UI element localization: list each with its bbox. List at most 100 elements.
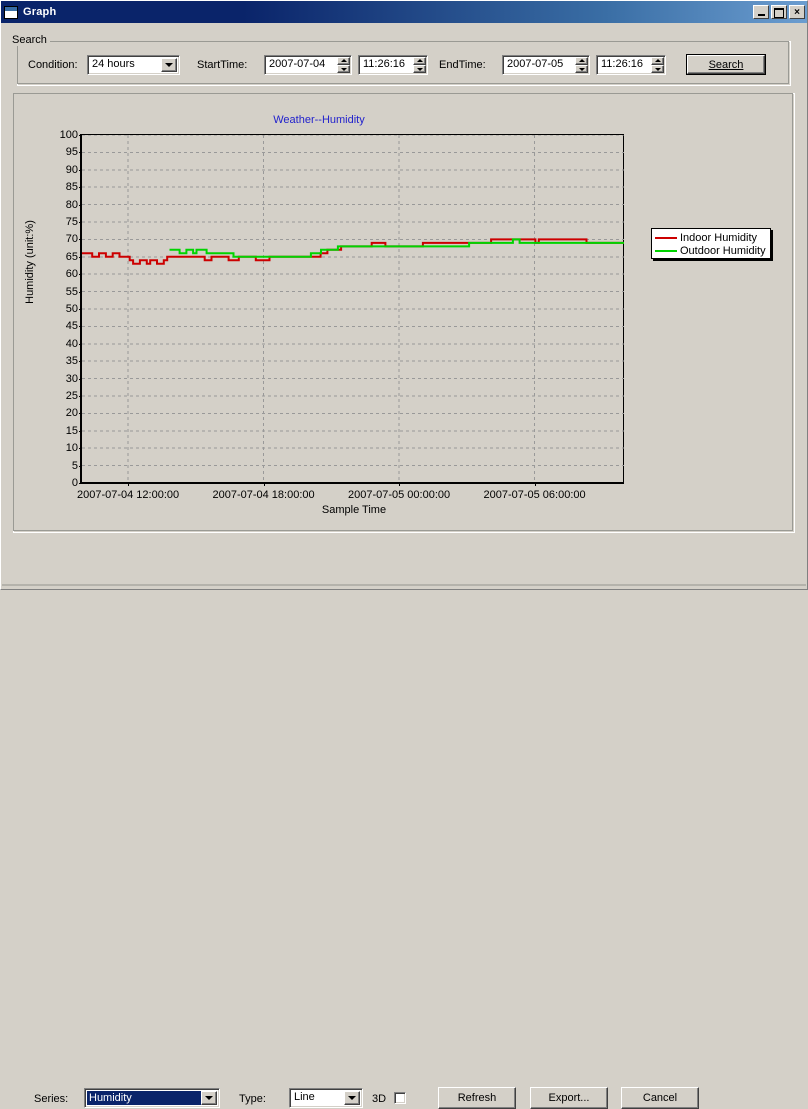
graph-window: Graph × Search Condition: 24 hours Start…	[0, 0, 808, 1109]
chart-x-axis-label: Sample Time	[321, 504, 387, 516]
chart-y-tick-mark	[79, 343, 82, 345]
chart-y-tick-label: 85	[65, 181, 78, 194]
chart-y-tick-label: 30	[65, 372, 78, 385]
chart-y-tick-label: 15	[65, 424, 78, 437]
series-dropdown-arrow[interactable]	[201, 1091, 217, 1105]
condition-dropdown-arrow[interactable]	[161, 58, 177, 72]
search-group-label: Search	[9, 34, 50, 46]
refresh-button[interactable]: Refresh	[438, 1087, 516, 1109]
starttime-date-value: 2007-07-04	[269, 58, 326, 70]
endtime-time-spinner[interactable]	[651, 57, 664, 73]
spin-down-button[interactable]	[337, 65, 350, 73]
cancel-button-label: Cancel	[642, 1092, 678, 1104]
threed-checkbox[interactable]	[394, 1092, 406, 1104]
spin-down-button[interactable]	[413, 65, 426, 73]
export-button-label: Export...	[548, 1092, 590, 1104]
chart-y-tick-mark	[79, 222, 82, 223]
chart-panel: Weather--Humidity Humidity (unit:%) 0 5 10…	[13, 93, 795, 533]
endtime-time-value: 11:26:16	[601, 58, 644, 70]
starttime-label: StartTime:	[197, 59, 248, 71]
chart-y-tick-label: 0	[71, 477, 78, 489]
chart-y-tick-mark	[79, 448, 82, 450]
starttime-date-spinner[interactable]	[337, 57, 350, 73]
starttime-time-field[interactable]: 11:26:16	[358, 55, 428, 75]
chevron-up-icon	[654, 59, 661, 62]
search-button[interactable]: Search	[686, 54, 766, 75]
close-button[interactable]: ×	[789, 5, 805, 19]
chart-y-tick-mark	[79, 483, 82, 484]
legend-item: Indoor Humidity	[655, 231, 767, 244]
chart-y-tick-label: 50	[65, 303, 78, 315]
chart-y-tick-label: 75	[65, 216, 78, 228]
chart-y-tick-mark	[79, 274, 82, 276]
chevron-down-icon	[348, 1096, 356, 1100]
chart-y-tick-label: 35	[65, 355, 78, 368]
spin-down-button[interactable]	[651, 65, 664, 73]
chart-x-tick-label: 2007-07-04 12:00:00	[76, 489, 180, 501]
series-dropdown[interactable]: Humidity	[84, 1088, 220, 1108]
chart-y-tick-mark	[79, 187, 82, 189]
chart-x-tick-label: 2007-07-04 18:00:00	[212, 489, 315, 501]
type-value: Line	[294, 1091, 315, 1103]
threed-label: 3D	[372, 1093, 387, 1105]
export-button[interactable]: Export...	[530, 1087, 608, 1109]
legend-label-outdoor: Outdoor Humidity	[680, 244, 766, 257]
starttime-time-value: 11:26:16	[363, 58, 406, 70]
chart-y-tick-label: 70	[65, 233, 78, 246]
maximize-icon	[772, 6, 786, 18]
cancel-button[interactable]: Cancel	[621, 1087, 699, 1109]
legend-label-indoor: Indoor Humidity	[680, 231, 758, 244]
condition-value: 24 hours	[92, 58, 135, 70]
spin-up-button[interactable]	[575, 57, 588, 65]
maximize-button[interactable]	[771, 5, 787, 19]
bottom-toolbar: Series: Humidity Type: Line 3D Refresh E…	[1, 541, 808, 1109]
chart-plot-area: 0 5 10 15 20 25 30 35 40 45 50 55 60 65 70 75 80 85 90 95 10…	[60, 130, 624, 516]
endtime-date-spinner[interactable]	[575, 57, 588, 73]
chart-y-tick-mark	[79, 378, 82, 380]
endtime-label: EndTime:	[439, 59, 486, 71]
chart-legend: Indoor Humidity Outdoor Humidity	[651, 228, 771, 259]
type-dropdown[interactable]: Line	[289, 1088, 363, 1108]
chart-y-tick-mark	[79, 239, 82, 241]
endtime-time-field[interactable]: 11:26:16	[596, 55, 666, 75]
chart-y-tick-label: 100	[59, 129, 78, 141]
chevron-down-icon	[416, 68, 423, 71]
spin-down-button[interactable]	[575, 65, 588, 73]
spin-up-button[interactable]	[413, 57, 426, 65]
chevron-up-icon	[416, 59, 423, 62]
chart-y-tick-label: 40	[65, 337, 78, 350]
chevron-down-icon	[165, 63, 173, 67]
starttime-time-spinner[interactable]	[413, 57, 426, 73]
chart-y-tick-mark	[79, 361, 82, 363]
minimize-button[interactable]	[753, 5, 769, 19]
chart-y-tick-label: 80	[65, 198, 78, 211]
search-button-label: Search	[708, 58, 744, 71]
chart-y-tick-label: 90	[65, 163, 78, 176]
window-titlebar: Graph ×	[1, 1, 807, 23]
chart-y-tick-mark	[79, 135, 82, 136]
starttime-date-field[interactable]: 2007-07-04	[264, 55, 352, 75]
legend-color-swatch-indoor	[655, 236, 677, 239]
chart-y-tick-mark	[79, 169, 82, 171]
condition-dropdown[interactable]: 24 hours	[87, 55, 180, 75]
chart-x-tick-label: 2007-07-05 06:00:00	[483, 489, 586, 501]
chart-y-tick-label: 55	[65, 285, 78, 298]
chevron-down-icon	[340, 68, 347, 71]
type-dropdown-arrow[interactable]	[344, 1091, 360, 1105]
window-title: Graph	[23, 6, 57, 18]
endtime-date-field[interactable]: 2007-07-05	[502, 55, 590, 75]
chart-y-tick-mark	[79, 309, 82, 310]
chart-y-tick-label: 45	[65, 320, 78, 333]
chart-y-tick-mark	[79, 204, 82, 206]
endtime-date-value: 2007-07-05	[507, 58, 564, 70]
type-label: Type:	[239, 1093, 266, 1105]
spin-up-button[interactable]	[651, 57, 664, 65]
chart-y-tick-label: 25	[65, 390, 78, 402]
chart-y-tick-mark	[79, 326, 82, 328]
background-status-strip	[2, 584, 806, 597]
chart-y-tick-label: 5	[71, 459, 78, 472]
chart-y-tick-mark	[79, 256, 82, 258]
chevron-up-icon	[340, 59, 347, 62]
chart-y-tick-mark	[79, 291, 82, 293]
spin-up-button[interactable]	[337, 57, 350, 65]
